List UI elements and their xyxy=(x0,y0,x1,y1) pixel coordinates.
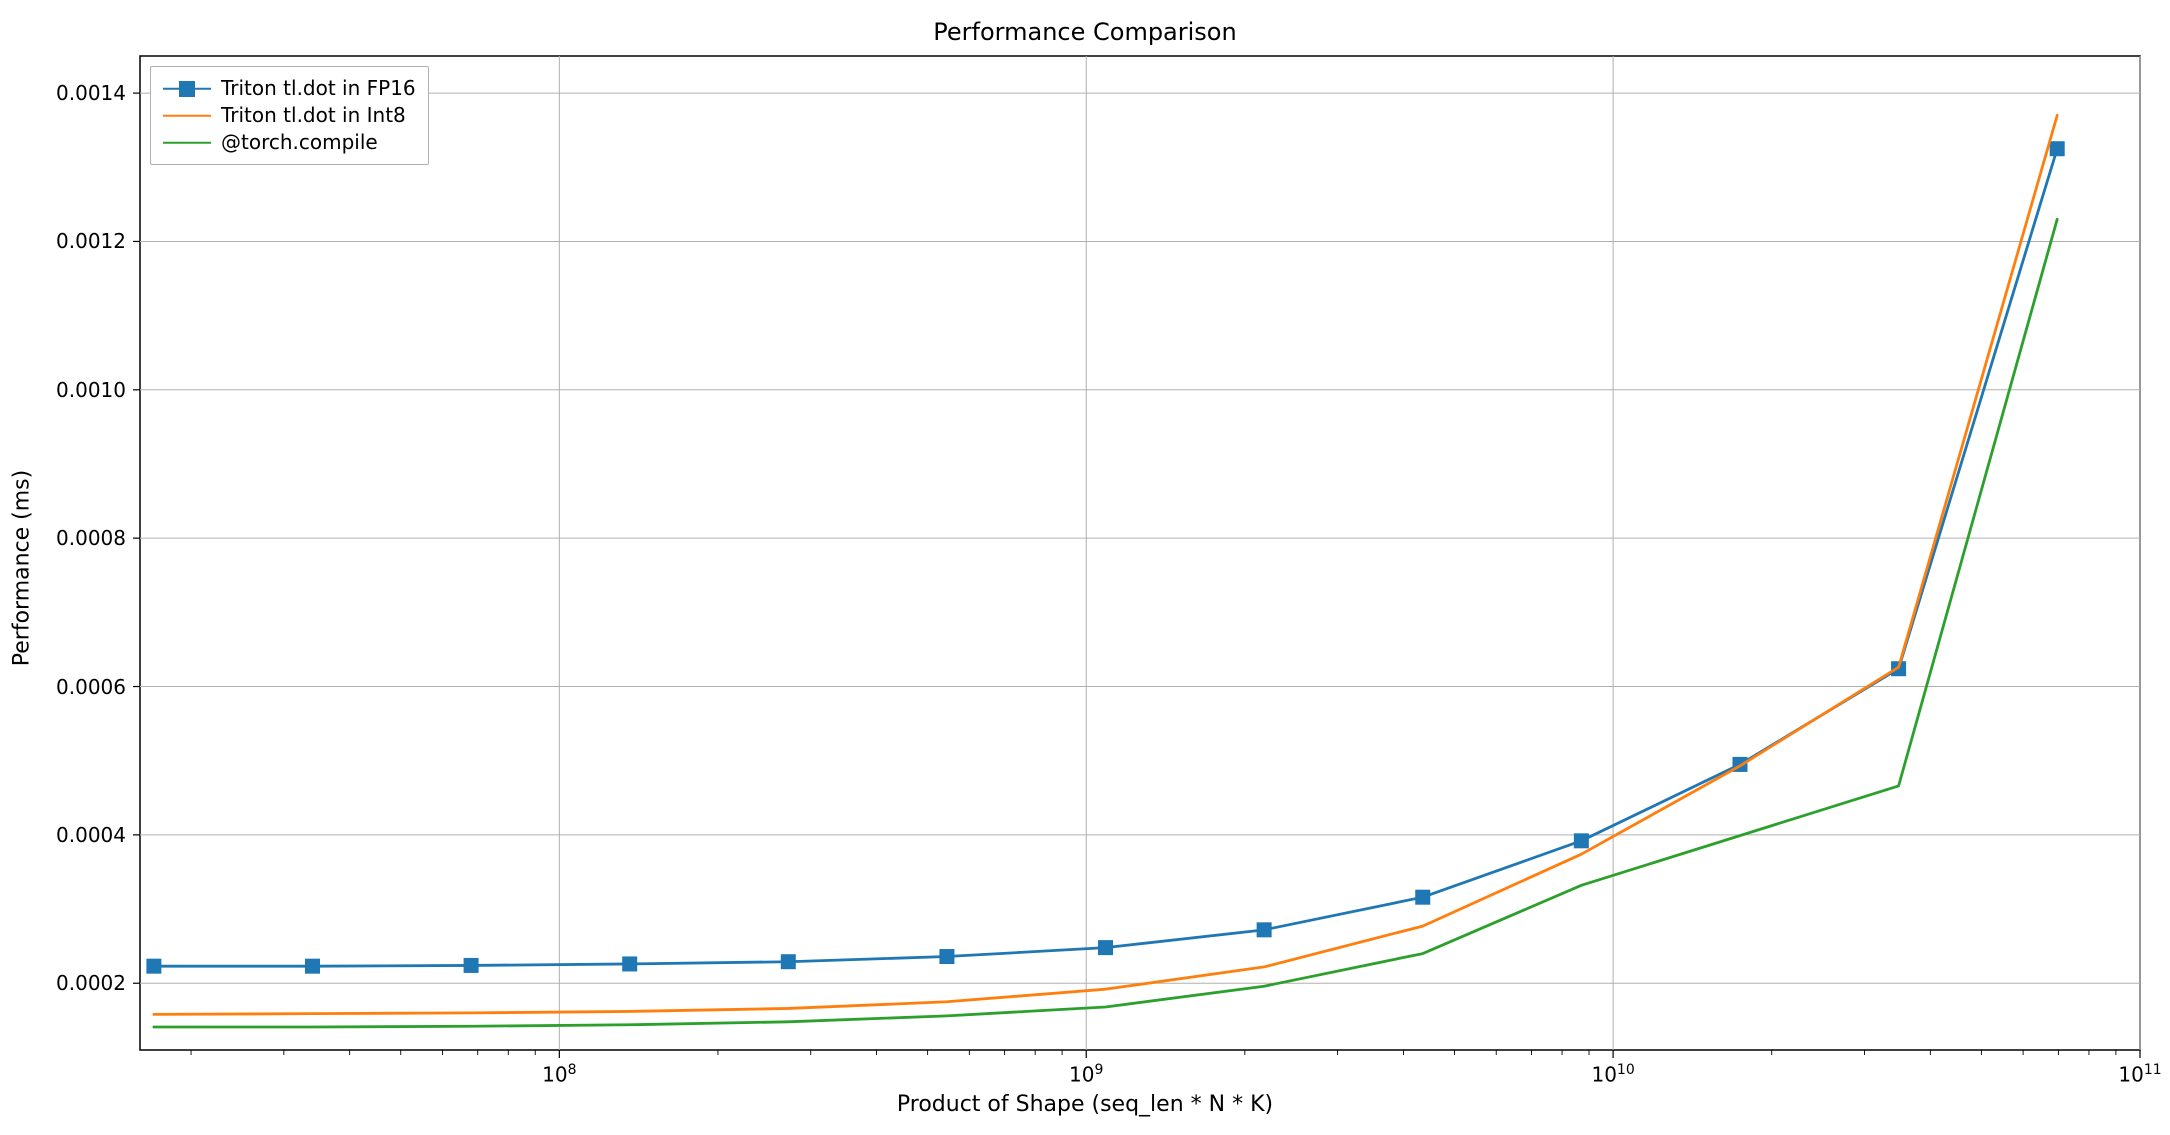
y-tick-label: 0.0014 xyxy=(0,81,126,105)
legend-swatch xyxy=(163,133,211,153)
legend-swatch xyxy=(163,106,211,126)
y-tick-label: 0.0010 xyxy=(0,378,126,402)
legend: Triton tl.dot in FP16Triton tl.dot in In… xyxy=(150,66,429,165)
legend-entry: Triton tl.dot in Int8 xyxy=(163,102,416,129)
series-marker xyxy=(305,959,319,973)
chart-container: Performance Comparison Performance (ms) … xyxy=(0,0,2170,1135)
series-marker xyxy=(1099,941,1113,955)
series-line-0 xyxy=(154,149,2057,966)
series-marker xyxy=(464,958,478,972)
y-tick-label: 0.0004 xyxy=(0,823,126,847)
series-marker xyxy=(1257,923,1271,937)
y-tick-label: 0.0006 xyxy=(0,675,126,699)
legend-label: Triton tl.dot in Int8 xyxy=(221,102,406,129)
y-tick-label: 0.0012 xyxy=(0,229,126,253)
y-tick-label: 0.0002 xyxy=(0,971,126,995)
legend-label: @torch.compile xyxy=(221,129,378,156)
legend-swatch xyxy=(163,79,211,99)
legend-entry: @torch.compile xyxy=(163,129,416,156)
x-tick-label: 109 xyxy=(1069,1062,1103,1087)
x-tick-label: 108 xyxy=(542,1062,576,1087)
legend-entry: Triton tl.dot in FP16 xyxy=(163,75,416,102)
y-tick-label: 0.0008 xyxy=(0,526,126,550)
series-marker xyxy=(147,959,161,973)
series-marker xyxy=(1574,834,1588,848)
plot-area xyxy=(0,0,2170,1135)
series-marker xyxy=(940,950,954,964)
x-tick-label: 1011 xyxy=(2118,1062,2161,1087)
x-tick-label: 1010 xyxy=(1591,1062,1634,1087)
legend-label: Triton tl.dot in FP16 xyxy=(221,75,416,102)
series-line-2 xyxy=(154,219,2057,1027)
series-marker xyxy=(781,955,795,969)
series-marker xyxy=(1416,890,1430,904)
series-line-1 xyxy=(154,115,2057,1014)
series-marker xyxy=(2050,142,2064,156)
series-marker xyxy=(623,957,637,971)
